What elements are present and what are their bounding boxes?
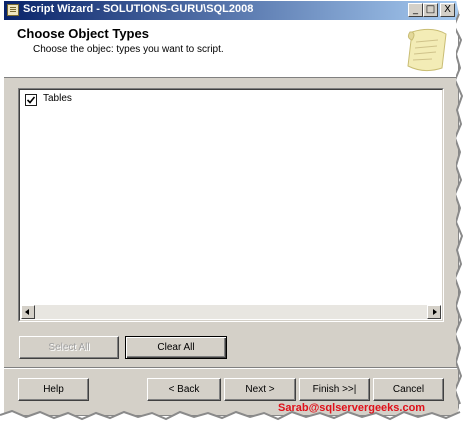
list-item-label: Tables [43, 93, 72, 104]
help-button[interactable]: Help [18, 378, 89, 401]
close-button[interactable]: X [440, 3, 455, 17]
arrow-right-icon [433, 309, 437, 315]
horizontal-scrollbar[interactable] [21, 305, 441, 319]
scroll-paper-icon [407, 28, 447, 72]
minimize-button[interactable]: _ [408, 3, 423, 17]
next-button[interactable]: Next > [224, 378, 296, 401]
arrow-left-icon [25, 309, 29, 315]
title-bar[interactable]: Script Wizard - SOLUTIONS-GURU\SQL2008 _… [4, 1, 458, 20]
checkmark-icon [27, 96, 35, 104]
footer-separator [4, 367, 458, 369]
cancel-button[interactable]: Cancel [373, 378, 444, 401]
page-title: Choose Object Types [17, 26, 149, 41]
watermark-text: Sarab@sqlservergeeks.com [278, 402, 426, 414]
tables-checkbox[interactable] [25, 94, 37, 106]
script-wizard-icon [7, 4, 19, 16]
scroll-right-button[interactable] [427, 305, 441, 319]
select-all-button[interactable]: Select All [19, 336, 119, 359]
object-types-list[interactable]: Tables [18, 88, 444, 322]
clear-all-button[interactable]: Clear All [125, 336, 227, 359]
page-subtitle: Choose the objec: types you want to scri… [33, 44, 224, 55]
back-button[interactable]: < Back [147, 378, 221, 401]
scroll-left-button[interactable] [21, 305, 35, 319]
wizard-header: Choose Object Types Choose the objec: ty… [4, 20, 458, 78]
maximize-button[interactable]: □ [423, 3, 438, 17]
finish-button[interactable]: Finish >>| [299, 378, 370, 401]
script-wizard-window: Script Wizard - SOLUTIONS-GURU\SQL2008 _… [4, 1, 458, 415]
torn-edge-right [456, 0, 474, 436]
window-title: Script Wizard - SOLUTIONS-GURU\SQL2008 [23, 3, 254, 15]
